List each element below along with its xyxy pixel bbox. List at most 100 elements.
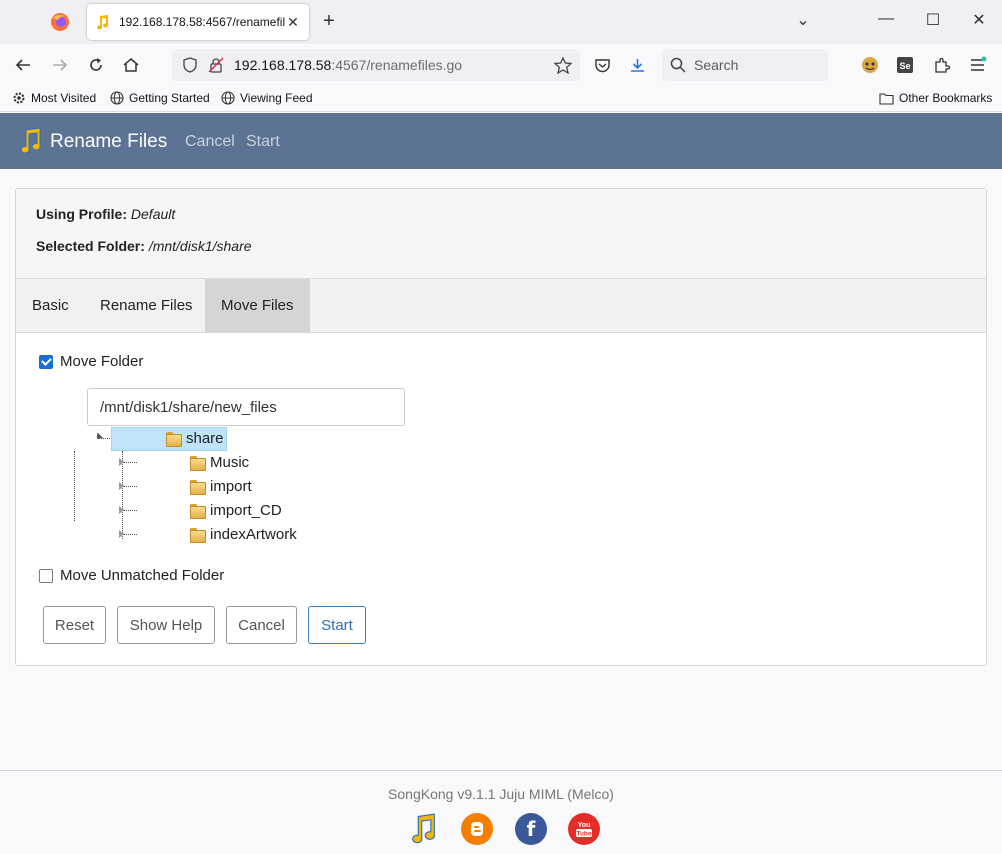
bookmark-star-icon[interactable]: [554, 57, 572, 74]
tree-node-index-artwork[interactable]: indexArtwork: [190, 526, 297, 543]
youtube-icon[interactable]: You Tube: [568, 813, 600, 845]
bookmark-label: Most Visited: [31, 91, 97, 105]
bookmark-label: Viewing Feed: [240, 91, 313, 105]
profile-info-box: Using Profile: Default Selected Folder: …: [16, 189, 986, 279]
move-folder-row: Move Folder: [39, 353, 143, 370]
songkong-favicon: [97, 15, 109, 30]
tree-node-label: indexArtwork: [210, 526, 297, 543]
url-host: 192.168.178.58: [234, 57, 332, 73]
svg-text:You: You: [578, 822, 591, 829]
forward-icon[interactable]: [48, 53, 72, 77]
tree-guide-line: [123, 510, 137, 511]
move-unmatched-checkbox[interactable]: [39, 568, 53, 583]
gear-icon: [13, 92, 25, 104]
extension-avatar-icon[interactable]: [858, 53, 882, 77]
bookmark-most-visited[interactable]: Most Visited: [12, 91, 96, 105]
bookmark-viewing-feed[interactable]: Viewing Feed: [221, 91, 313, 105]
tab-move-files[interactable]: Move Files: [205, 279, 310, 332]
tree-expand-icon[interactable]: [119, 482, 124, 490]
search-placeholder: Search: [694, 57, 739, 73]
tab-title: 192.168.178.58:4567/renamefiles.go: [119, 15, 285, 29]
other-bookmarks[interactable]: Other Bookmarks: [879, 91, 992, 105]
bookmark-label: Getting Started: [129, 91, 210, 105]
move-folder-path-input[interactable]: /mnt/disk1/share/new_files: [87, 388, 405, 426]
tab-basic[interactable]: Basic: [16, 279, 85, 332]
search-icon: [670, 57, 686, 73]
tree-guide-line: [123, 462, 137, 463]
tree-expand-icon[interactable]: [119, 458, 124, 466]
move-unmatched-row: Move Unmatched Folder: [39, 567, 224, 584]
reset-button[interactable]: Reset: [43, 606, 106, 644]
profile-value: Default: [130, 206, 176, 222]
close-window-icon[interactable]: ✕: [967, 10, 991, 30]
selected-folder-label: Selected Folder:: [36, 238, 145, 254]
move-folder-checkbox[interactable]: [39, 354, 53, 369]
songkong-icon[interactable]: [408, 813, 440, 845]
tree-expand-icon[interactable]: [119, 530, 124, 538]
app-header: Rename Files Cancel Start: [0, 113, 1002, 169]
move-unmatched-label: Move Unmatched Folder: [60, 567, 225, 584]
globe-icon: [110, 91, 124, 105]
facebook-icon[interactable]: f: [515, 813, 547, 845]
show-help-button[interactable]: Show Help: [117, 606, 215, 644]
tree-expand-icon[interactable]: [119, 506, 124, 514]
nav-cancel-link[interactable]: Cancel: [185, 133, 235, 151]
bookmarks-toolbar: Most Visited Getting Started Viewing Fee…: [0, 86, 1002, 112]
tree-guide-line: [74, 451, 75, 521]
tabs-bar: Basic Rename Files Move Files: [16, 279, 986, 333]
page-title: Rename Files: [50, 131, 168, 152]
firefox-icon[interactable]: [50, 12, 70, 32]
footer: SongKong v9.1.1 Juju MIML (Melco) f You T…: [0, 770, 1002, 854]
downloads-icon[interactable]: [625, 53, 649, 77]
nav-start-link[interactable]: Start: [246, 133, 280, 151]
tree-node-label: import_CD: [210, 502, 282, 519]
url-path: :4567/renamefiles.go: [331, 57, 463, 73]
extensions-puzzle-icon[interactable]: [930, 53, 954, 77]
folder-icon: [166, 432, 182, 447]
browser-nav-bar: 192.168.178.58:4567/renamefiles.go Searc…: [0, 44, 1002, 86]
tree-collapse-icon[interactable]: [93, 432, 104, 442]
folder-icon: [190, 456, 206, 471]
globe-icon: [221, 91, 235, 105]
bookmark-getting-started[interactable]: Getting Started: [110, 91, 210, 105]
svg-text:Se: Se: [899, 61, 910, 71]
browser-tab[interactable]: 192.168.178.58:4567/renamefiles.go ✕: [87, 4, 309, 40]
tree-guide-line: [123, 486, 137, 487]
tab-rename-files[interactable]: Rename Files: [84, 279, 209, 332]
browser-tab-strip: 192.168.178.58:4567/renamefiles.go ✕ + ⌄…: [0, 0, 1002, 44]
tree-node-label: import: [210, 478, 252, 495]
maximize-icon[interactable]: ☐: [921, 10, 945, 30]
shield-icon[interactable]: [182, 57, 198, 73]
app-menu-icon[interactable]: [966, 53, 990, 77]
tree-node-label: Music: [210, 454, 250, 471]
songkong-logo-icon[interactable]: [18, 127, 44, 155]
tree-node-label: share: [186, 430, 224, 447]
profile-label: Using Profile:: [36, 206, 128, 222]
pocket-icon[interactable]: [590, 53, 614, 77]
back-icon[interactable]: [11, 53, 35, 77]
selected-folder-value: /mnt/disk1/share: [148, 238, 252, 254]
tree-node-import-cd[interactable]: import_CD: [190, 502, 282, 519]
search-input[interactable]: Search: [662, 49, 828, 81]
start-button[interactable]: Start: [308, 606, 366, 644]
cancel-button[interactable]: Cancel: [226, 606, 297, 644]
insecure-lock-icon[interactable]: [208, 57, 224, 73]
tree-node-root[interactable]: share: [166, 430, 224, 447]
blogger-icon[interactable]: [461, 813, 493, 845]
folder-icon: [190, 504, 206, 519]
folder-icon: [190, 528, 206, 543]
new-tab-icon[interactable]: +: [318, 10, 340, 33]
minimize-icon[interactable]: —: [874, 10, 898, 28]
version-text: SongKong v9.1.1 Juju MIML (Melco): [388, 786, 614, 802]
list-tabs-icon[interactable]: ⌄: [791, 10, 815, 30]
other-bookmarks-label: Other Bookmarks: [899, 91, 993, 105]
home-icon[interactable]: [119, 53, 143, 77]
profile-line: Using Profile: Default: [36, 206, 175, 222]
tree-node-music[interactable]: Music: [190, 454, 249, 471]
address-bar[interactable]: 192.168.178.58:4567/renamefiles.go: [172, 49, 580, 81]
close-tab-icon[interactable]: ✕: [285, 14, 301, 31]
selected-folder-line: Selected Folder: /mnt/disk1/share: [36, 238, 252, 254]
selenium-extension-icon[interactable]: Se: [893, 53, 917, 77]
tree-node-import[interactable]: import: [190, 478, 252, 495]
reload-icon[interactable]: [84, 53, 108, 77]
